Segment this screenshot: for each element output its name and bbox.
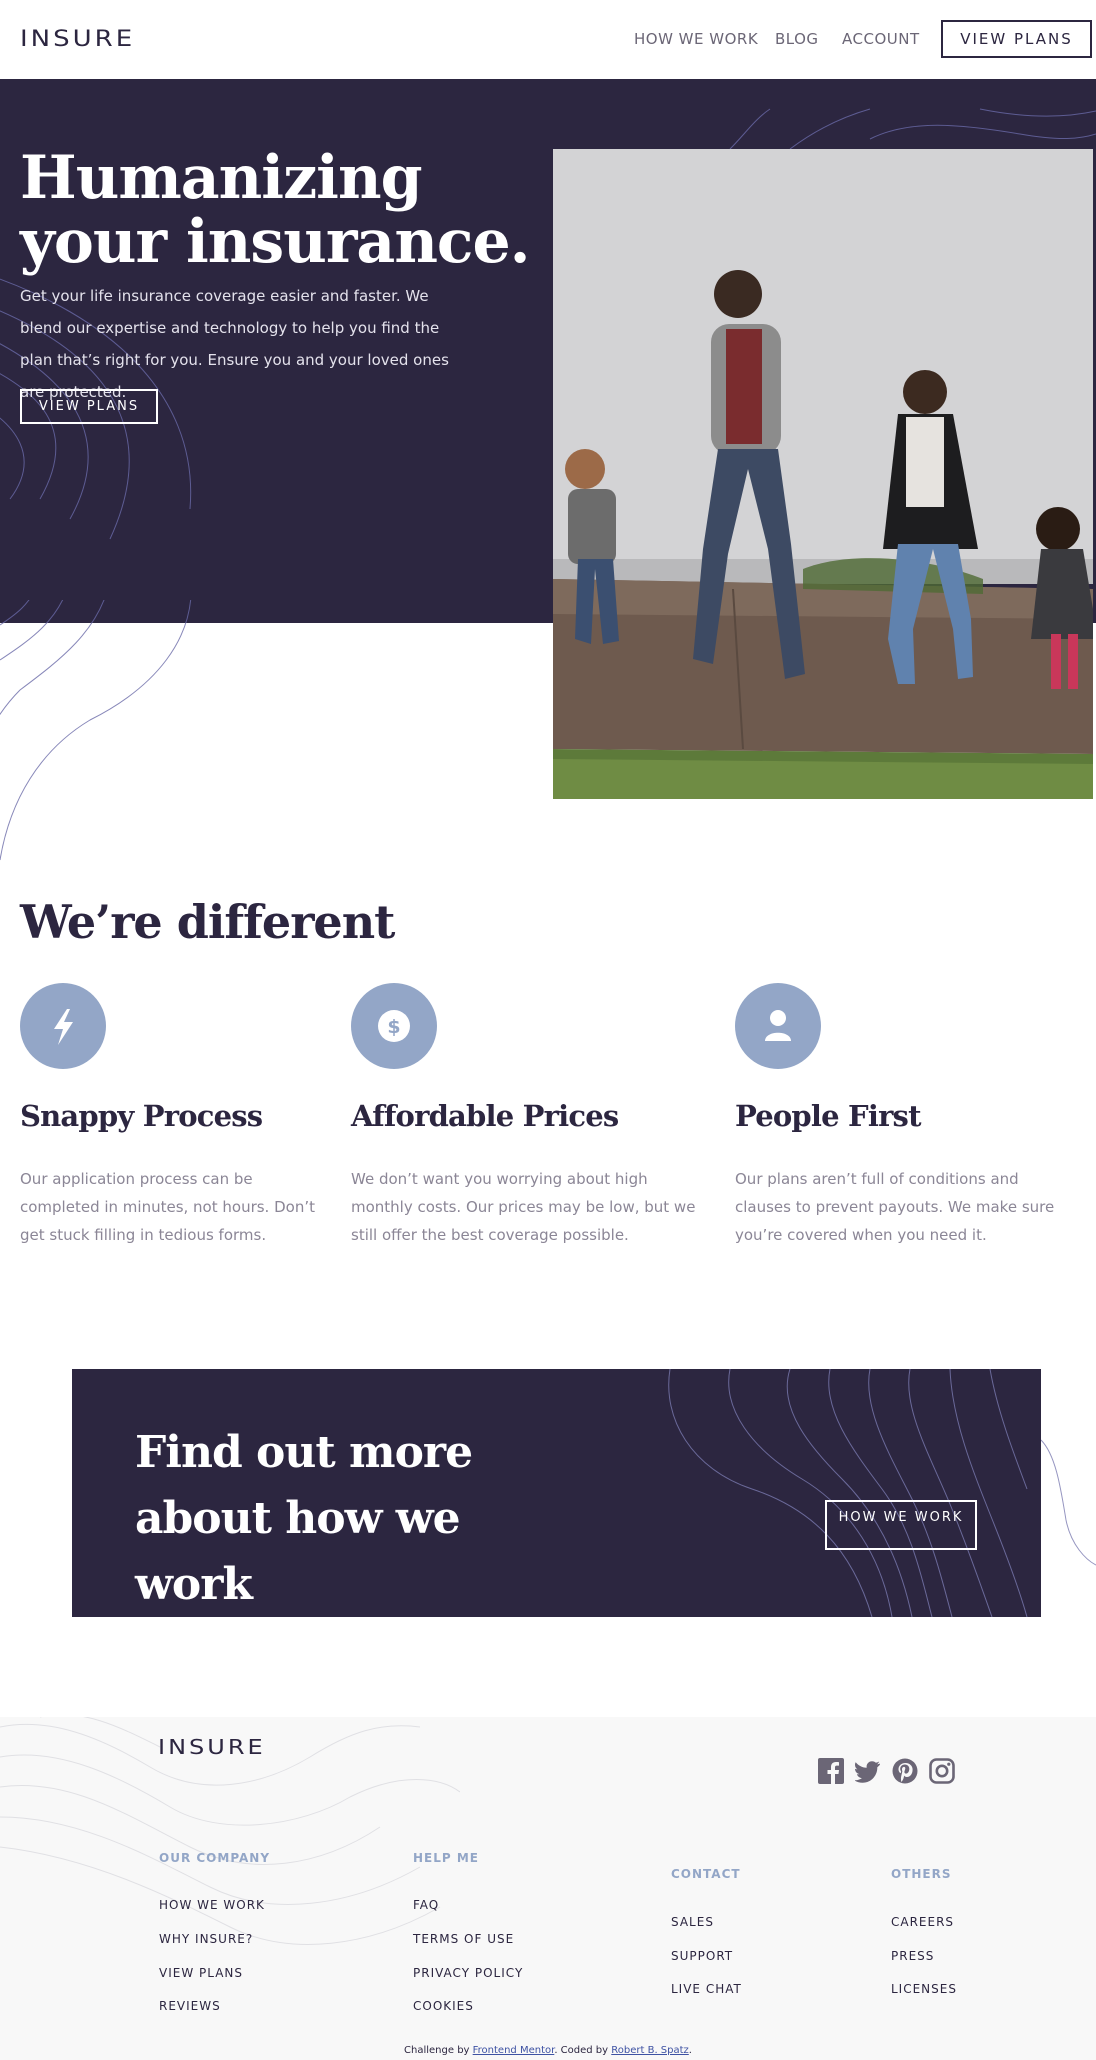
footer-link[interactable]: LIVE CHAT [671, 1982, 742, 1996]
feature-title-snappy: Snappy Process [20, 1099, 263, 1133]
section-title-different: We’re different [20, 895, 395, 949]
footer-heading-others: OTHERS [891, 1867, 952, 1881]
dollar-icon: $ [351, 983, 437, 1069]
footer-link[interactable]: PRESS [891, 1949, 934, 1963]
footer-link[interactable]: VIEW PLANS [159, 1966, 243, 1980]
attribution-suffix: . [688, 2045, 692, 2056]
footer-heading-help: HELP ME [413, 1851, 479, 1865]
view-plans-hero-button[interactable]: VIEW PLANS [20, 389, 158, 424]
footer-link[interactable]: REVIEWS [159, 1999, 221, 2013]
feature-title-affordable: Affordable Prices [351, 1099, 619, 1133]
feature-text-affordable: We don’t want you worrying about high mo… [351, 1170, 696, 1244]
pinterest-icon[interactable] [892, 1758, 918, 1784]
banner-pattern-overflow [1041, 1439, 1096, 1566]
banner-title: Find out more about how we work [135, 1427, 473, 1610]
footer-heading-contact: CONTACT [671, 1867, 741, 1881]
brand-logo[interactable]: INSURE [20, 26, 135, 52]
footer-link[interactable]: SUPPORT [671, 1949, 733, 1963]
footer-link[interactable]: CAREERS [891, 1915, 954, 1929]
instagram-icon[interactable] [929, 1758, 955, 1784]
top-nav [0, 0, 1096, 79]
footer-heading-company: OUR COMPANY [159, 1851, 271, 1865]
footer-link[interactable]: PRIVACY POLICY [413, 1966, 523, 1980]
hero-title: Humanizing your insurance. [20, 143, 531, 277]
svg-text:$: $ [387, 1016, 400, 1038]
facebook-icon[interactable] [818, 1758, 844, 1784]
footer-logo[interactable]: INSURE [158, 1735, 266, 1759]
footer-link[interactable]: HOW WE WORK [159, 1898, 265, 1912]
hero-pattern-lower [0, 600, 192, 861]
footer-link[interactable]: LICENSES [891, 1982, 957, 1996]
twitter-icon[interactable] [855, 1758, 881, 1784]
person-icon [735, 983, 821, 1069]
how-we-work-button[interactable]: HOW WE WORK [825, 1500, 977, 1550]
footer-link[interactable]: WHY INSURE? [159, 1932, 253, 1946]
footer-link[interactable]: TERMS OF USE [413, 1932, 514, 1946]
author-link[interactable]: Robert B. Spatz [611, 2045, 689, 2056]
footer-link[interactable]: COOKIES [413, 1999, 474, 2013]
attribution: Challenge by Frontend Mentor. Coded by R… [0, 2045, 1096, 2056]
attribution-prefix: Challenge by [404, 2045, 473, 2056]
lightning-icon [20, 983, 106, 1069]
footer-link[interactable]: SALES [671, 1915, 714, 1929]
nav-link-how-we-work[interactable]: HOW WE WORK [634, 30, 758, 48]
view-plans-nav-button[interactable]: VIEW PLANS [941, 20, 1092, 58]
family-photo [553, 149, 1093, 799]
attribution-middle: . Coded by [554, 2045, 612, 2056]
feature-text-people: Our plans aren’t full of conditions and … [735, 1170, 1055, 1244]
nav-link-blog[interactable]: BLOG [775, 30, 819, 48]
frontend-mentor-link[interactable]: Frontend Mentor [473, 2045, 555, 2056]
feature-title-people: People First [735, 1099, 921, 1133]
nav-link-account[interactable]: ACCOUNT [842, 30, 920, 48]
footer-link[interactable]: FAQ [413, 1898, 439, 1912]
feature-text-snappy: Our application process can be completed… [20, 1170, 315, 1244]
